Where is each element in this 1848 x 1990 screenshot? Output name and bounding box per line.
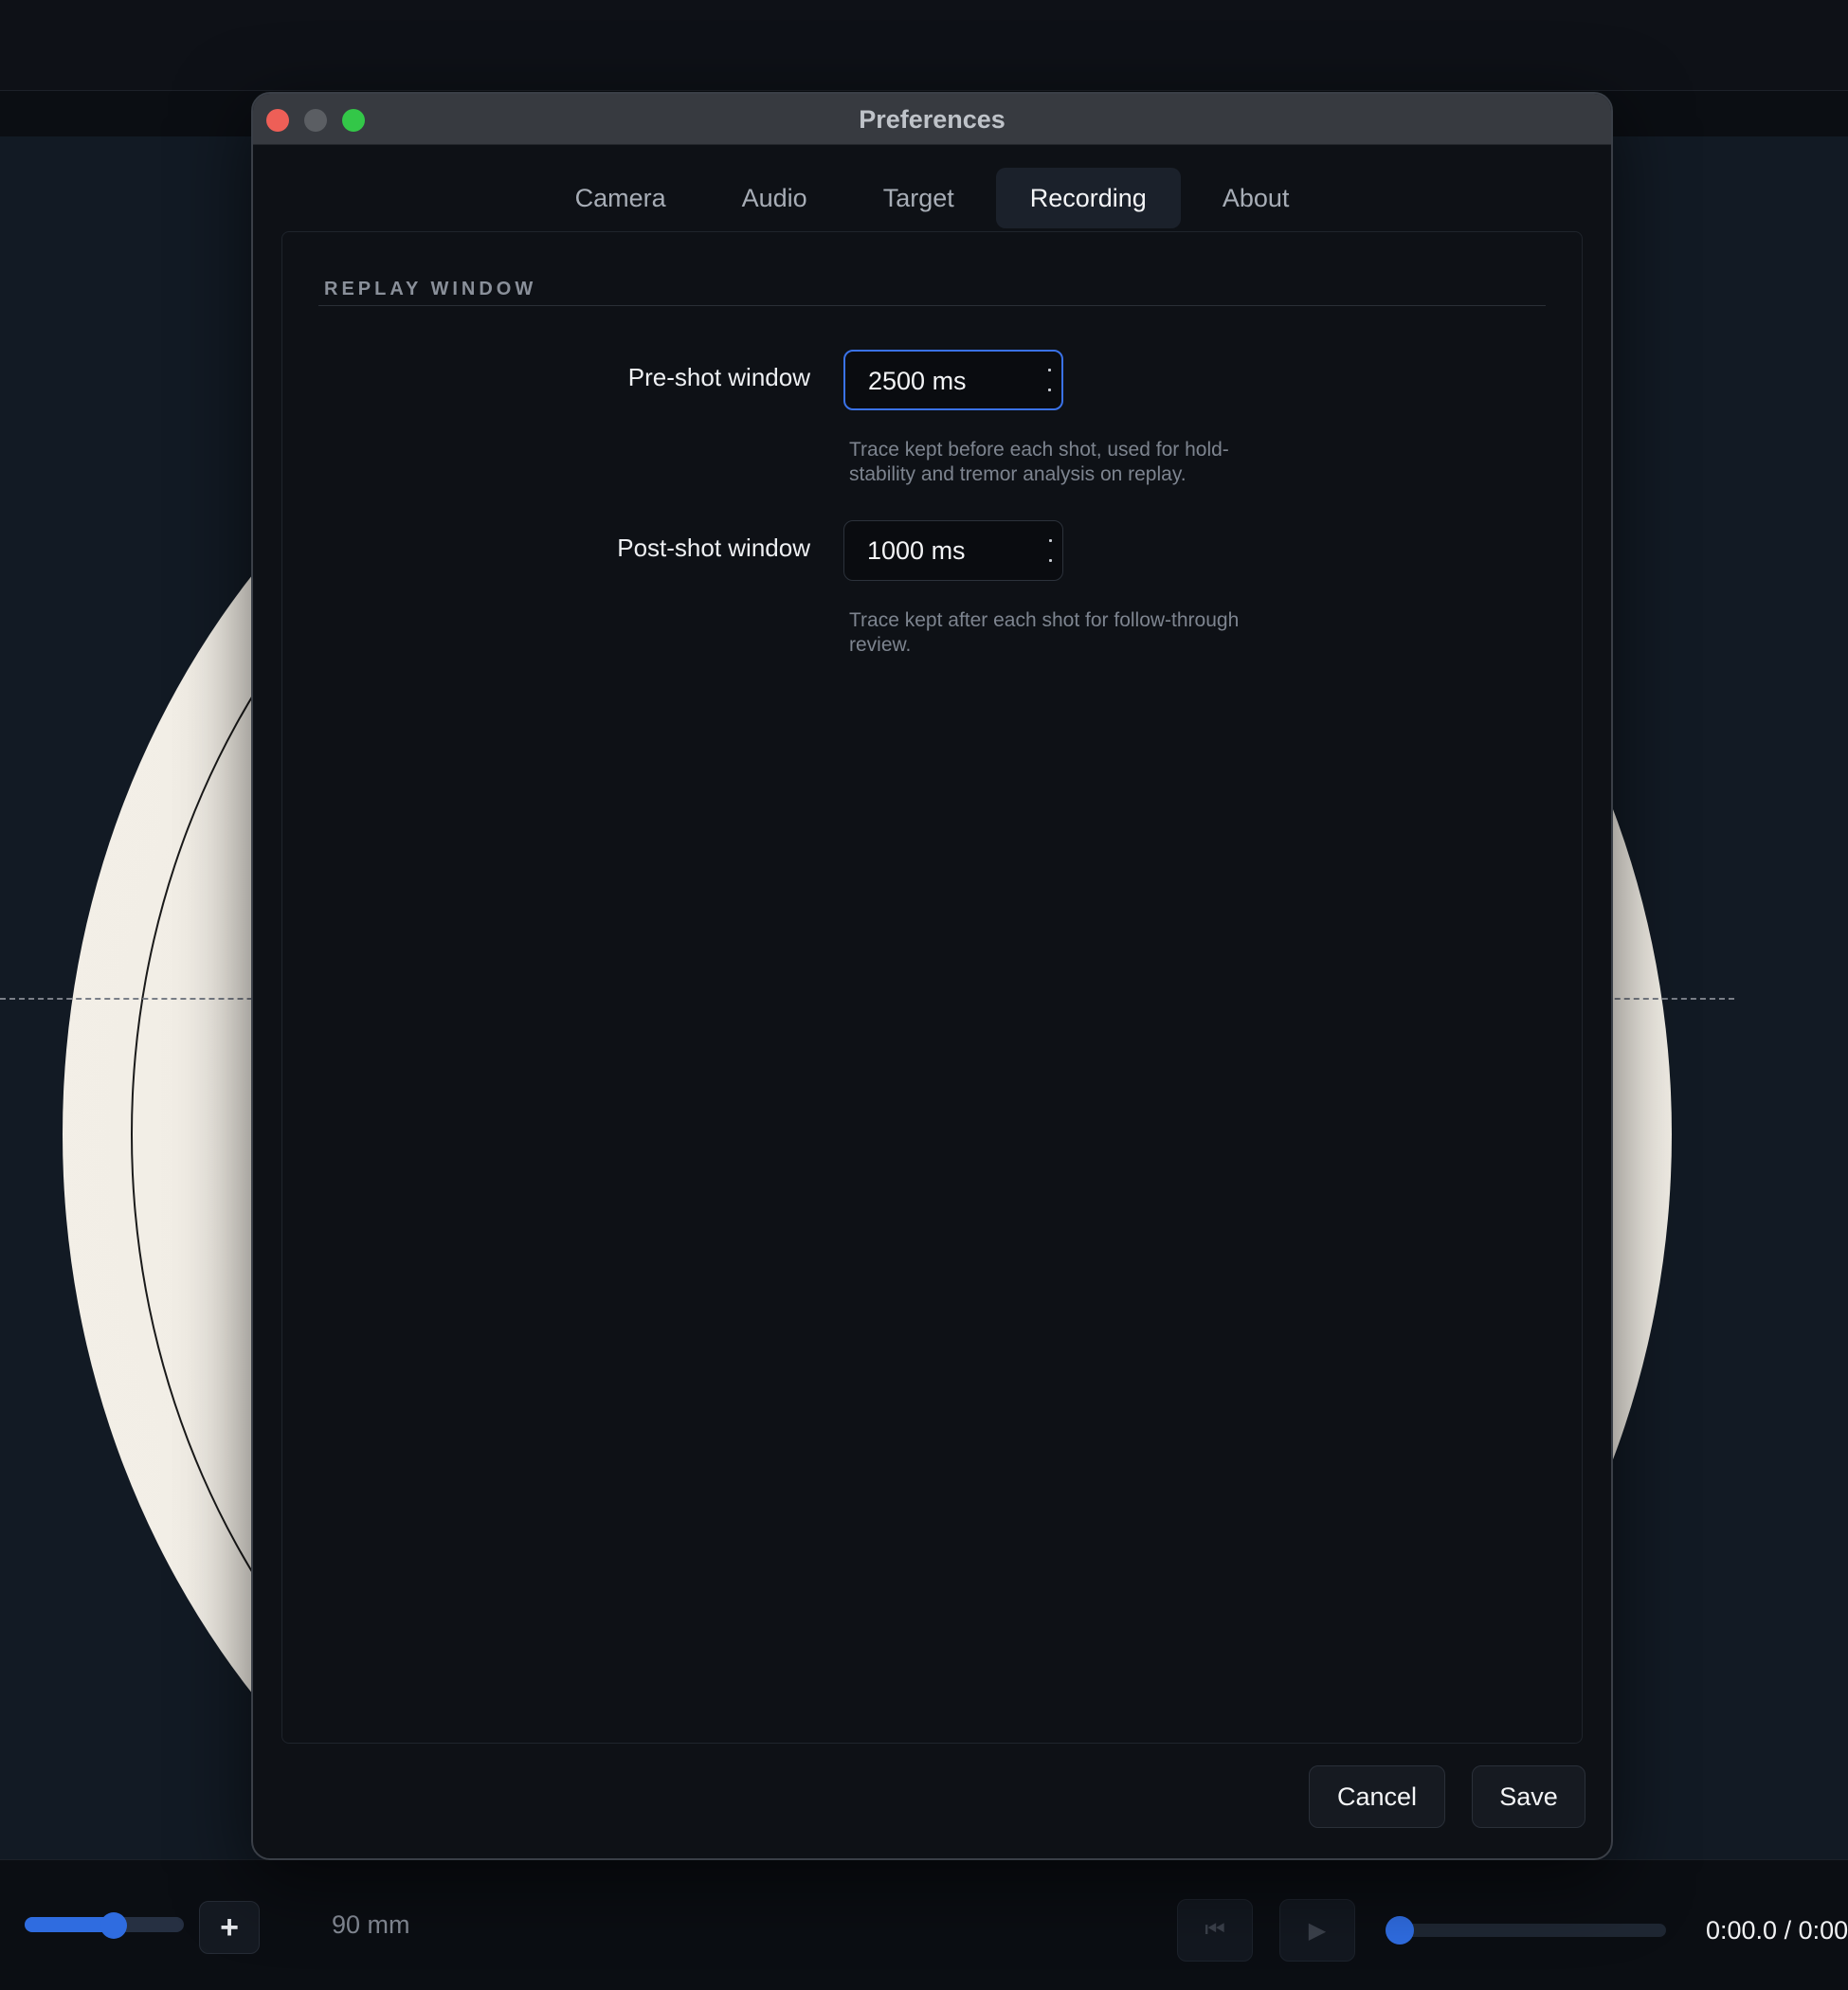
pre-shot-window-label: Pre-shot window (627, 363, 810, 391)
play-button[interactable]: ▶ (1279, 1899, 1355, 1962)
skip-back-button[interactable]: ⏮ (1177, 1899, 1253, 1962)
preferences-tabs: Camera Audio Target Recording About (253, 168, 1611, 228)
section-title: REPLAY WINDOW (324, 279, 537, 299)
play-icon: ▶ (1308, 1917, 1327, 1944)
target-size-readout: 90 mm (332, 1910, 410, 1939)
post-shot-window-stepper[interactable] (1038, 521, 1062, 580)
time-readout: 0:00.0 / 0:00 (1706, 1916, 1848, 1945)
tab-target[interactable]: Target (849, 168, 988, 228)
zoom-in-button[interactable]: + (199, 1901, 260, 1954)
post-shot-window-input[interactable]: 1000 ms (843, 520, 1063, 581)
pre-shot-window-stepper[interactable] (1037, 352, 1061, 408)
section-divider (318, 305, 1546, 306)
tab-about[interactable]: About (1188, 168, 1324, 228)
pre-shot-window-input[interactable]: 2500 ms (843, 350, 1063, 410)
recording-panel: REPLAY WINDOW Pre-shot window 2500 ms Tr… (281, 231, 1583, 1744)
save-button[interactable]: Save (1472, 1765, 1585, 1828)
cancel-button[interactable]: Cancel (1309, 1765, 1445, 1828)
post-shot-window-label: Post-shot window (617, 534, 810, 562)
tab-recording[interactable]: Recording (995, 168, 1181, 228)
zoom-slider-thumb[interactable] (100, 1912, 128, 1939)
pre-shot-window-value: 2500 ms (868, 367, 967, 395)
tab-audio[interactable]: Audio (708, 168, 842, 228)
app-top-bar (0, 0, 1848, 91)
dialog-titlebar[interactable]: Preferences (253, 94, 1611, 145)
timeline-thumb[interactable] (1386, 1916, 1414, 1945)
pre-shot-window-help: Trace kept before each shot, used for ho… (849, 439, 1229, 485)
preferences-dialog: Preferences Camera Audio Target Recordin… (251, 92, 1613, 1860)
dialog-title: Preferences (859, 105, 1006, 134)
skip-back-icon: ⏮ (1205, 1917, 1225, 1943)
post-shot-window-help: Trace kept after each shot for follow-th… (849, 609, 1240, 656)
post-shot-window-value: 1000 ms (867, 536, 966, 565)
playback-timeline[interactable] (1386, 1924, 1666, 1937)
tab-camera[interactable]: Camera (541, 168, 700, 228)
